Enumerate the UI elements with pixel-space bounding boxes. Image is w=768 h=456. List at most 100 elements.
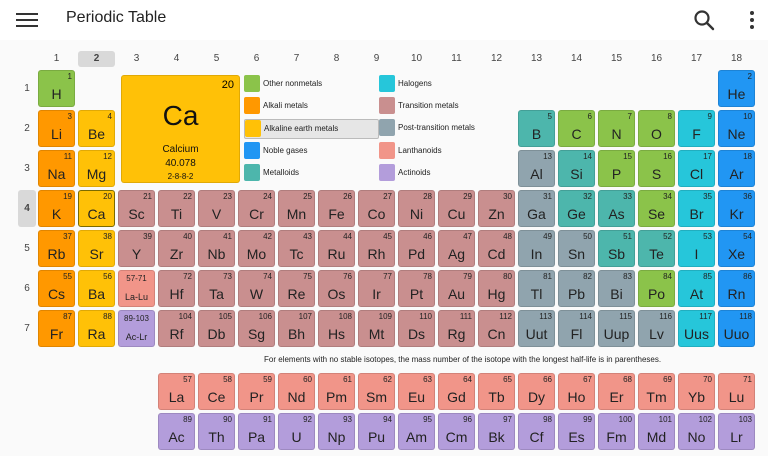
element-pa[interactable]: 91 Pa: [238, 413, 275, 450]
element-mn[interactable]: 25 Mn: [278, 190, 315, 227]
element-ho[interactable]: 67 Ho: [558, 373, 595, 410]
group-header-7[interactable]: 7: [278, 51, 315, 67]
element-th[interactable]: 90 Th: [198, 413, 235, 450]
element-ba[interactable]: 56 Ba: [78, 270, 115, 307]
element-be[interactable]: 4 Be: [78, 110, 115, 147]
element-se[interactable]: 34 Se: [638, 190, 675, 227]
element-ar[interactable]: 18 Ar: [718, 150, 755, 187]
element-yb[interactable]: 70 Yb: [678, 373, 715, 410]
element-md[interactable]: 101 Md: [638, 413, 675, 450]
element-sg[interactable]: 106 Sg: [238, 310, 275, 347]
group-header-4[interactable]: 4: [158, 51, 195, 67]
element-uuo[interactable]: 118 Uuo: [718, 310, 755, 347]
element-ra[interactable]: 88 Ra: [78, 310, 115, 347]
element-v[interactable]: 23 V: [198, 190, 235, 227]
group-header-9[interactable]: 9: [358, 51, 395, 67]
element-zr[interactable]: 40 Zr: [158, 230, 195, 267]
element-gd[interactable]: 64 Gd: [438, 373, 475, 410]
element-hg[interactable]: 80 Hg: [478, 270, 515, 307]
element-ag[interactable]: 47 Ag: [438, 230, 475, 267]
element-f[interactable]: 9F: [678, 110, 715, 147]
element-hf[interactable]: 72 Hf: [158, 270, 195, 307]
group-header-16[interactable]: 16: [638, 51, 675, 67]
element-pd[interactable]: 46 Pd: [398, 230, 435, 267]
period-header-5[interactable]: 5: [18, 230, 36, 267]
period-header-3[interactable]: 3: [18, 150, 36, 187]
element-al[interactable]: 13 Al: [518, 150, 555, 187]
element-cf[interactable]: 98 Cf: [518, 413, 555, 450]
element-rf[interactable]: 104 Rf: [158, 310, 195, 347]
group-header-15[interactable]: 15: [598, 51, 635, 67]
element-sn[interactable]: 50 Sn: [558, 230, 595, 267]
element-re[interactable]: 75 Re: [278, 270, 315, 307]
element-fr[interactable]: 87 Fr: [38, 310, 75, 347]
element-rh[interactable]: 45 Rh: [358, 230, 395, 267]
element-ds[interactable]: 110 Ds: [398, 310, 435, 347]
group-header-10[interactable]: 10: [398, 51, 435, 67]
element-er[interactable]: 68 Er: [598, 373, 635, 410]
element-mt[interactable]: 109 Mt: [358, 310, 395, 347]
element-pu[interactable]: 94 Pu: [358, 413, 395, 450]
element-os[interactable]: 76 Os: [318, 270, 355, 307]
element-xe[interactable]: 54 Xe: [718, 230, 755, 267]
element-zn[interactable]: 30 Zn: [478, 190, 515, 227]
element-nb[interactable]: 41 Nb: [198, 230, 235, 267]
element-bk[interactable]: 97 Bk: [478, 413, 515, 450]
element-sb[interactable]: 51 Sb: [598, 230, 635, 267]
group-header-5[interactable]: 5: [198, 51, 235, 67]
element-kr[interactable]: 36 Kr: [718, 190, 755, 227]
element-h[interactable]: 1H: [38, 70, 75, 107]
element-pr[interactable]: 59 Pr: [238, 373, 275, 410]
element-lr[interactable]: 103 Lr: [718, 413, 755, 450]
element-eu[interactable]: 63 Eu: [398, 373, 435, 410]
element-es[interactable]: 99 Es: [558, 413, 595, 450]
period-header-4[interactable]: 4: [18, 190, 36, 227]
group-header-1[interactable]: 1: [38, 51, 75, 67]
menu-icon[interactable]: [16, 10, 42, 30]
element-hs[interactable]: 108 Hs: [318, 310, 355, 347]
element-po[interactable]: 84 Po: [638, 270, 675, 307]
legend-item-halogen[interactable]: Halogens: [379, 75, 509, 93]
element-no[interactable]: 102 No: [678, 413, 715, 450]
period-header-6[interactable]: 6: [18, 270, 36, 307]
element-te[interactable]: 52 Te: [638, 230, 675, 267]
element-bi[interactable]: 83 Bi: [598, 270, 635, 307]
element-ir[interactable]: 77 Ir: [358, 270, 395, 307]
element-tl[interactable]: 81 Tl: [518, 270, 555, 307]
element-c[interactable]: 6C: [558, 110, 595, 147]
group-header-14[interactable]: 14: [558, 51, 595, 67]
element-pm[interactable]: 61 Pm: [318, 373, 355, 410]
period-header-1[interactable]: 1: [18, 70, 36, 107]
group-header-13[interactable]: 13: [518, 51, 555, 67]
group-header-18[interactable]: 18: [718, 51, 755, 67]
element-co[interactable]: 27 Co: [358, 190, 395, 227]
element-rn[interactable]: 86 Rn: [718, 270, 755, 307]
element-am[interactable]: 95 Am: [398, 413, 435, 450]
legend-item-metalloid[interactable]: Metalloids: [244, 164, 374, 182]
element-si[interactable]: 14 Si: [558, 150, 595, 187]
group-header-3[interactable]: 3: [118, 51, 155, 67]
element-cd[interactable]: 48 Cd: [478, 230, 515, 267]
element-ne[interactable]: 10 Ne: [718, 110, 755, 147]
element-pt[interactable]: 78 Pt: [398, 270, 435, 307]
search-icon[interactable]: [692, 8, 716, 32]
legend-item-alkali[interactable]: Alkali metals: [244, 97, 374, 115]
element-lv[interactable]: 116 Lv: [638, 310, 675, 347]
element-tc[interactable]: 43 Tc: [278, 230, 315, 267]
group-header-12[interactable]: 12: [478, 51, 515, 67]
legend-item-noble[interactable]: Noble gases: [244, 142, 374, 160]
element-cu[interactable]: 29 Cu: [438, 190, 475, 227]
element-k[interactable]: 19 K: [38, 190, 75, 227]
element-cs[interactable]: 55 Cs: [38, 270, 75, 307]
element-rg[interactable]: 111 Rg: [438, 310, 475, 347]
element-cn[interactable]: 112 Cn: [478, 310, 515, 347]
element-dy[interactable]: 66 Dy: [518, 373, 555, 410]
element-at[interactable]: 85 At: [678, 270, 715, 307]
element-li[interactable]: 3 Li: [38, 110, 75, 147]
legend-item-transition[interactable]: Transition metals: [379, 97, 509, 115]
element-ce[interactable]: 58 Ce: [198, 373, 235, 410]
element-au[interactable]: 79 Au: [438, 270, 475, 307]
element-db[interactable]: 105 Db: [198, 310, 235, 347]
element-ca[interactable]: 20 Ca: [78, 190, 115, 227]
element-ta[interactable]: 73 Ta: [198, 270, 235, 307]
